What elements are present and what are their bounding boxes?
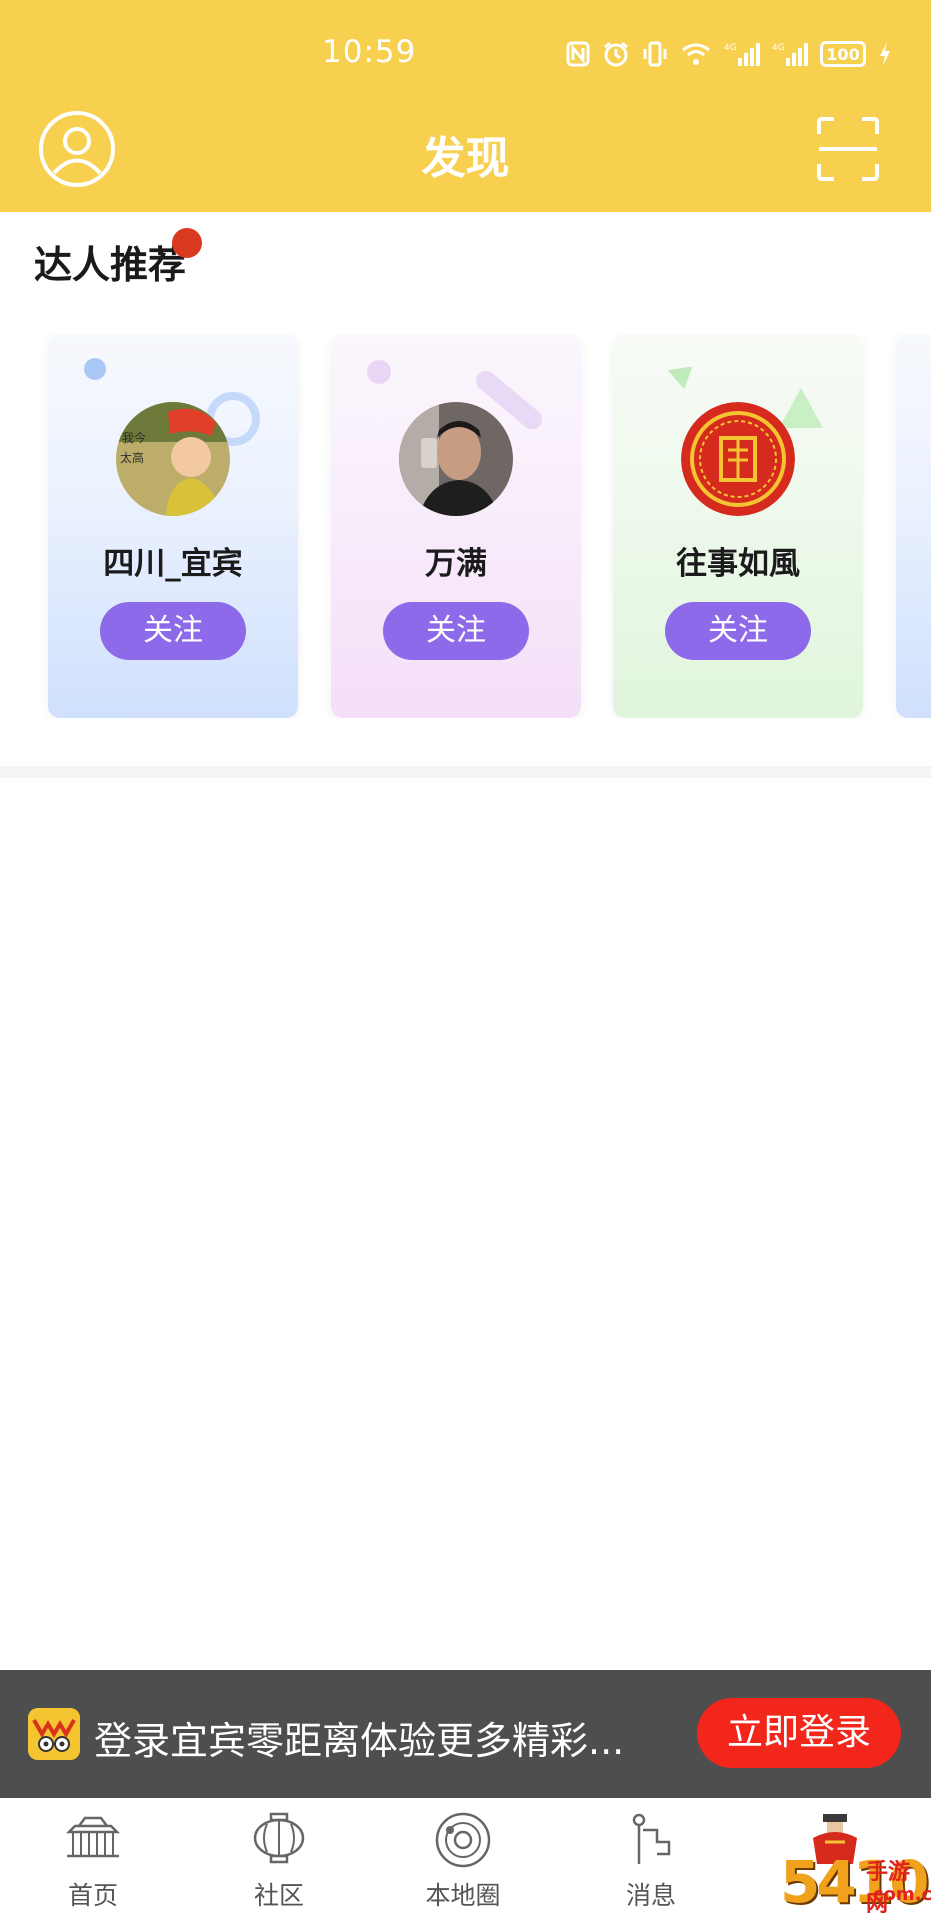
avatar[interactable] [399,402,513,516]
nav-item-messages[interactable]: 消息 [576,1798,726,1920]
app-logo-icon [28,1708,80,1760]
follow-button[interactable]: 关注 [665,602,811,660]
vibrate-icon [642,40,668,68]
svg-text:我今: 我今 [122,430,146,445]
user-name: 往事如風 [676,546,800,582]
svg-text:太高: 太高 [120,450,144,465]
lantern-icon [249,1812,309,1868]
recommend-card-list[interactable]: 我今 太高 四川_宜宾 关注 万满 关注 往事如風 关注 [0,334,931,718]
charging-icon [878,40,892,68]
nav-label: 消息 [625,1881,676,1910]
recommend-card[interactable]: 我今 太高 四川_宜宾 关注 [48,334,298,718]
svg-text:4G: 4G [772,43,785,53]
scan-icon[interactable] [816,116,880,182]
home-building-icon [63,1812,123,1868]
top-header: 10:59 4G 4G 100 发现 [0,0,931,212]
status-time: 10:59 [322,34,417,70]
planet-icon [433,1812,493,1868]
follow-button[interactable]: 关注 [100,602,246,660]
message-flag-icon [621,1812,681,1868]
login-prompt-text: 登录宜宾零距离体验更多精彩... [94,1719,625,1763]
nav-label: 首页 [67,1881,118,1910]
section-divider [0,766,931,778]
decor-triangle [663,358,693,390]
decor-dot [84,358,106,380]
watermark-domain: .com.cn [866,1884,931,1905]
decor-triangle [779,388,823,428]
avatar[interactable]: 我今 太高 [116,402,230,516]
user-name: 万满 [425,546,487,582]
user-name: 四川_宜宾 [103,546,243,582]
status-bar: 10:59 4G 4G 100 [0,0,931,100]
decor-dot [367,360,391,384]
login-button[interactable]: 立即登录 [697,1698,901,1768]
site-watermark: 5410 手游网 .com.cn [780,1848,931,1920]
nav-item-local-circle[interactable]: 本地圈 [388,1798,538,1920]
section-title-recommend: 达人推荐 [34,243,187,287]
recommend-card[interactable]: 万满 关注 [331,334,581,718]
signal-4g-icon: 4G [772,40,808,68]
signal-4g-icon: 4G [724,40,760,68]
avatar[interactable] [681,402,795,516]
svg-text:4G: 4G [724,43,737,53]
recommend-card[interactable]: 往事如風 关注 [613,334,863,718]
page-title: 发现 [421,133,510,184]
login-banner: 登录宜宾零距离体验更多精彩... 立即登录 [0,1670,931,1798]
nav-item-home[interactable]: 首页 [18,1798,168,1920]
nfc-icon [566,40,590,68]
notification-dot [172,228,202,258]
status-icons: 4G 4G 100 [566,38,892,70]
wifi-icon [680,40,712,68]
recommend-card[interactable] [896,334,931,718]
nav-item-community[interactable]: 社区 [204,1798,354,1920]
follow-button[interactable]: 关注 [383,602,529,660]
nav-label: 本地圈 [425,1881,501,1910]
battery-icon: 100 [820,40,866,68]
alarm-icon [602,40,630,68]
nav-label: 社区 [253,1881,304,1910]
